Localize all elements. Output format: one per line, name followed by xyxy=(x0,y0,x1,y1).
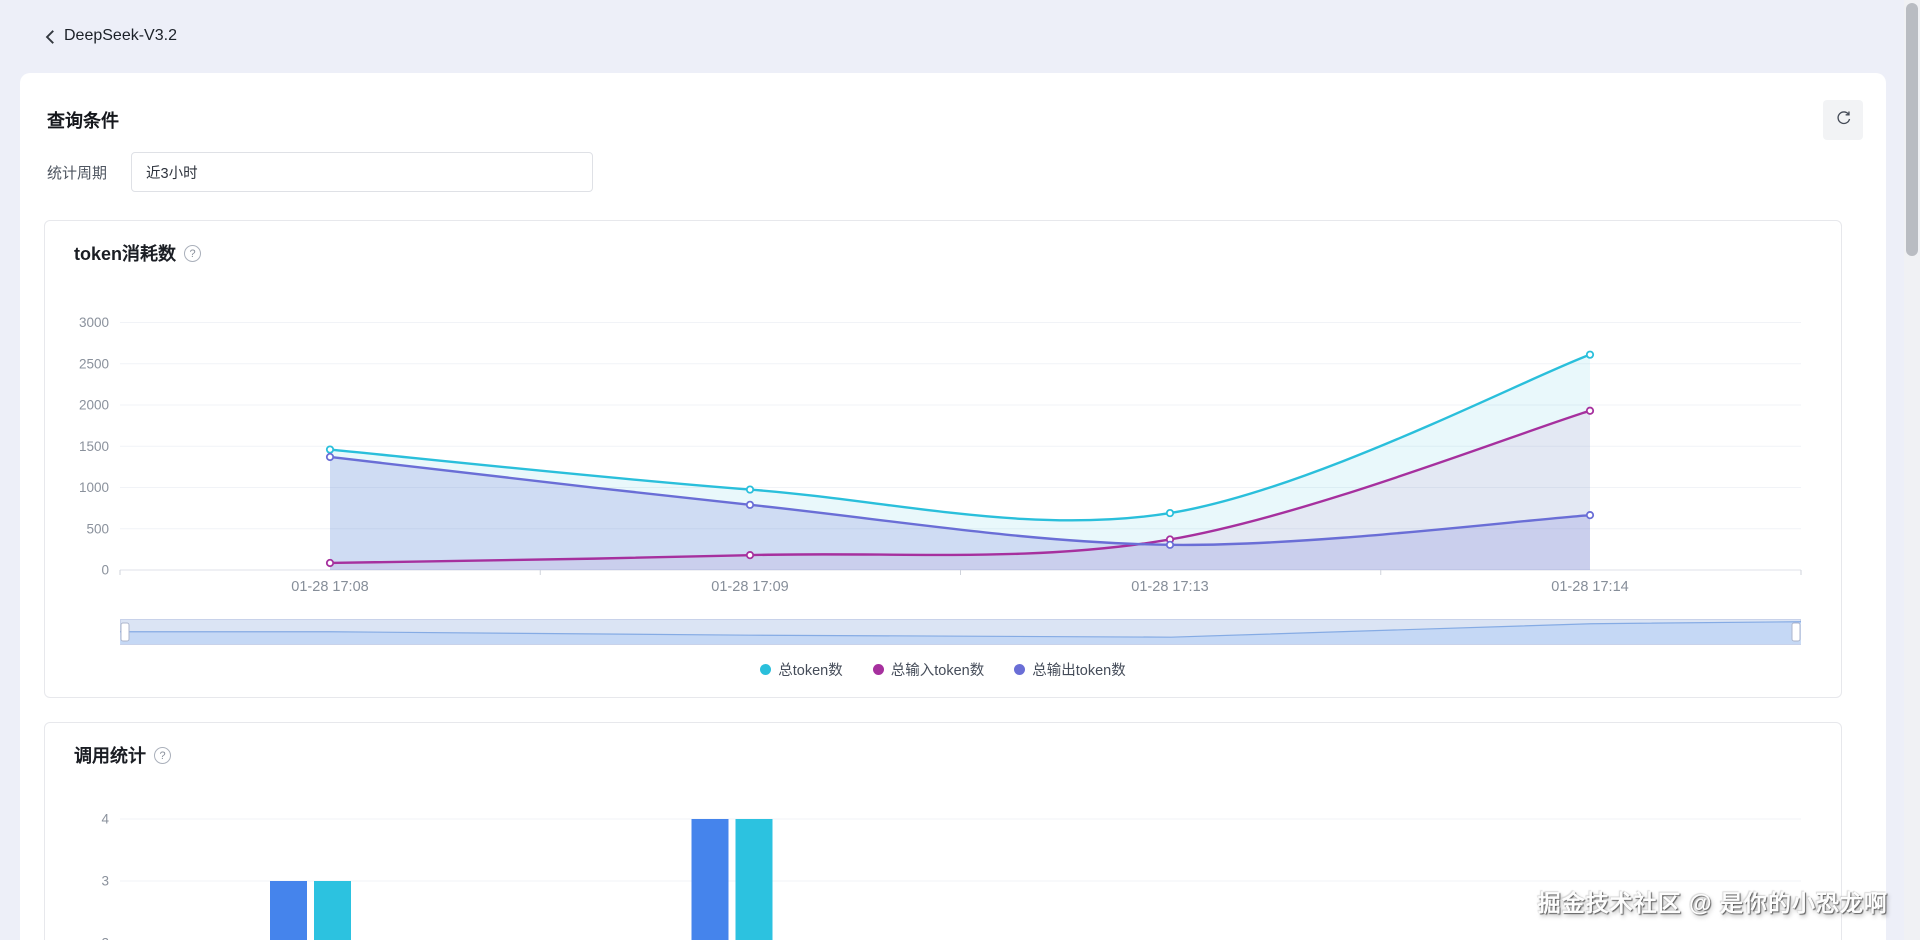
refresh-icon xyxy=(1834,109,1853,131)
page: DeepSeek-V3.2 查询条件 统计周期 token消耗数 ? 05001… xyxy=(0,0,1920,940)
legend-item[interactable]: 总输出token数 xyxy=(1014,659,1126,680)
svg-text:1500: 1500 xyxy=(79,439,109,454)
svg-text:2500: 2500 xyxy=(79,356,109,371)
legend-dot-icon xyxy=(760,664,772,675)
token-chart-card: token消耗数 ? 0 500 1000 1500 2000 2500 3000 01-28… xyxy=(44,220,1842,698)
period-form-row: 统计周期 xyxy=(47,152,593,192)
page-title: DeepSeek-V3.2 xyxy=(64,27,177,44)
svg-text:01-28 17:13: 01-28 17:13 xyxy=(1131,579,1208,595)
svg-text:01-28 17:14: 01-28 17:14 xyxy=(1551,579,1628,595)
watermark: 掘金技术社区 @ 是你的小恐龙啊 xyxy=(1537,890,1888,916)
refresh-button[interactable] xyxy=(1823,100,1863,140)
legend-label: 总输出token数 xyxy=(1032,663,1126,679)
query-panel-title: 查询条件 xyxy=(47,111,119,131)
top-bar: DeepSeek-V3.2 xyxy=(0,0,1920,62)
svg-text:0: 0 xyxy=(101,563,109,578)
svg-text:01-28 17:09: 01-28 17:09 xyxy=(711,579,788,595)
legend-label: 总token数 xyxy=(778,663,843,679)
svg-text:3000: 3000 xyxy=(79,315,109,330)
scrollbar-track[interactable] xyxy=(1904,0,1920,940)
datazoom-slider[interactable] xyxy=(120,617,1802,647)
svg-text:500: 500 xyxy=(86,521,109,536)
main-panel: 查询条件 统计周期 token消耗数 ? 0500100015002000250… xyxy=(20,73,1886,940)
svg-text:4: 4 xyxy=(101,812,109,827)
legend-label: 总输入token数 xyxy=(890,663,985,679)
legend-item[interactable]: 总输入token数 xyxy=(872,659,985,680)
period-input[interactable] xyxy=(131,152,593,192)
chart-legend: 总token数 总输入token数 总输出token数 xyxy=(45,659,1841,680)
svg-text:3: 3 xyxy=(101,874,109,889)
scrollbar-thumb[interactable] xyxy=(1906,3,1918,256)
legend-item[interactable]: 总token数 xyxy=(760,659,843,680)
back-icon[interactable] xyxy=(42,28,60,46)
svg-text:2: 2 xyxy=(101,936,109,940)
legend-dot-icon xyxy=(872,664,884,675)
token-chart-canvas: 0 500 1000 1500 2000 2500 3000 01-28 17:08 01-28… xyxy=(45,221,1843,621)
svg-text:1000: 1000 xyxy=(79,480,109,495)
svg-text:01-28 17:08: 01-28 17:08 xyxy=(291,579,368,595)
period-label: 统计周期 xyxy=(47,164,108,182)
svg-text:2000: 2000 xyxy=(79,398,109,413)
legend-dot-icon xyxy=(1014,664,1026,675)
